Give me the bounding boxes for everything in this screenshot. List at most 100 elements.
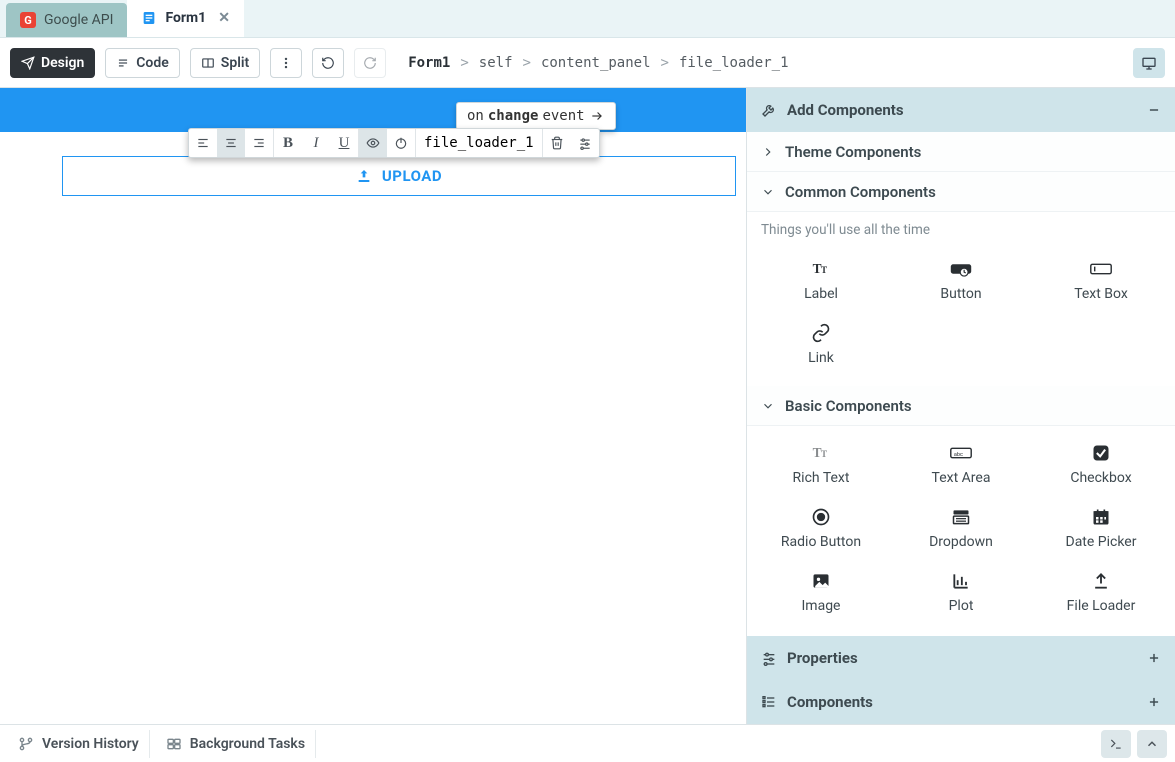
tab-google-api[interactable]: G Google API <box>6 3 127 37</box>
component-textarea[interactable]: abc Text Area <box>891 432 1031 496</box>
chevron-up-icon <box>1145 737 1159 751</box>
link-icon <box>810 322 832 344</box>
basic-components-section[interactable]: Basic Components <box>747 386 1175 426</box>
common-components-section[interactable]: Common Components <box>747 172 1175 212</box>
design-canvas[interactable]: UPLOAD on change event B I U <box>0 88 746 724</box>
component-link[interactable]: Link <box>751 312 891 376</box>
align-left-button[interactable] <box>189 129 217 157</box>
breadcrumb-sep: > <box>661 55 669 71</box>
breadcrumb-self[interactable]: self <box>479 55 513 71</box>
plot-icon <box>950 570 972 592</box>
breadcrumb-sep: > <box>460 55 468 71</box>
component-checkbox[interactable]: Checkbox <box>1031 432 1171 496</box>
console-button[interactable] <box>1101 730 1131 758</box>
component-link-text: Link <box>808 350 834 366</box>
radio-icon <box>810 506 832 528</box>
component-dropdown[interactable]: Dropdown <box>891 496 1031 560</box>
bold-button[interactable]: B <box>274 129 302 157</box>
component-image[interactable]: Image <box>751 560 891 624</box>
device-preview-button[interactable] <box>1133 48 1165 78</box>
tab-form1[interactable]: Form1 ✕ <box>127 0 243 37</box>
component-name-input[interactable]: file_loader_1 <box>416 129 542 157</box>
add-components-label: Add Components <box>787 101 1137 119</box>
components-header[interactable]: Components <box>747 680 1175 724</box>
breadcrumb-root[interactable]: Form1 <box>408 55 450 71</box>
design-button[interactable]: Design <box>10 48 95 78</box>
component-fileloader-text: File Loader <box>1067 598 1136 614</box>
common-components-grid: TT Label Button Text Box Link <box>747 242 1175 386</box>
more-button[interactable] <box>270 48 302 78</box>
component-radio[interactable]: Radio Button <box>751 496 891 560</box>
align-right-button[interactable] <box>245 129 273 157</box>
component-radio-text: Radio Button <box>781 534 861 550</box>
component-datepicker[interactable]: Date Picker <box>1031 496 1171 560</box>
file-loader-component[interactable]: UPLOAD <box>62 156 736 196</box>
event-hint-popup[interactable]: on change event <box>456 102 616 130</box>
underline-button[interactable]: U <box>330 129 358 157</box>
close-icon[interactable]: ✕ <box>218 10 230 26</box>
label-icon: TT <box>810 258 832 280</box>
component-image-text: Image <box>802 598 841 614</box>
calendar-icon <box>1090 506 1112 528</box>
tab-label: Form1 <box>165 10 206 26</box>
basic-components-grid: TT Rich Text abc Text Area Checkbox Radi… <box>747 426 1175 634</box>
chevron-down-icon <box>761 399 775 413</box>
plus-icon[interactable] <box>1147 651 1161 665</box>
split-button[interactable]: Split <box>190 48 260 78</box>
component-textbox-text: Text Box <box>1074 286 1128 302</box>
component-datepicker-text: Date Picker <box>1066 534 1137 550</box>
theme-components-section[interactable]: Theme Components <box>747 132 1175 172</box>
delete-button[interactable] <box>543 129 571 157</box>
fileloader-icon <box>1090 570 1112 592</box>
italic-button[interactable]: I <box>302 129 330 157</box>
sliders-icon <box>761 650 777 666</box>
plus-icon[interactable] <box>1147 695 1161 709</box>
component-plot[interactable]: Plot <box>891 560 1031 624</box>
component-richtext-text: Rich Text <box>793 470 850 486</box>
button-icon <box>950 258 972 280</box>
terminal-icon <box>1108 737 1124 751</box>
component-plot-text: Plot <box>949 598 974 614</box>
design-label: Design <box>41 55 84 71</box>
tab-label: Google API <box>44 12 113 28</box>
chevron-down-icon <box>761 185 775 199</box>
toolbar: Design Code Split Form1 > self > content… <box>0 38 1175 88</box>
component-button[interactable]: Button <box>891 248 1031 312</box>
component-label-text: Label <box>804 286 838 302</box>
add-components-header[interactable]: Add Components <box>747 88 1175 132</box>
properties-header[interactable]: Properties <box>747 636 1175 680</box>
code-button[interactable]: Code <box>105 48 180 78</box>
dropdown-icon <box>950 506 972 528</box>
component-richtext[interactable]: TT Rich Text <box>751 432 891 496</box>
component-textarea-text: Text Area <box>932 470 991 486</box>
component-textbox[interactable]: Text Box <box>1031 248 1171 312</box>
collapse-button[interactable] <box>1137 730 1167 758</box>
align-center-button[interactable] <box>217 129 245 157</box>
arrow-right-icon <box>589 109 605 123</box>
background-tasks-label: Background Tasks <box>190 736 305 752</box>
component-fileloader[interactable]: File Loader <box>1031 560 1171 624</box>
google-icon: G <box>20 12 36 28</box>
component-label[interactable]: TT Label <box>751 248 891 312</box>
tasks-icon <box>166 736 182 752</box>
breadcrumb-sep: > <box>523 55 531 71</box>
form-header-bar <box>0 88 746 132</box>
textbox-icon <box>1090 258 1112 280</box>
visibility-button[interactable] <box>359 129 387 157</box>
branch-icon <box>18 736 34 752</box>
breadcrumb-file-loader[interactable]: file_loader_1 <box>679 55 789 71</box>
code-label: Code <box>136 55 169 71</box>
version-history-button[interactable]: Version History <box>8 730 150 758</box>
breadcrumb-content-panel[interactable]: content_panel <box>541 55 651 71</box>
component-format-toolbar: B I U file_loader_1 <box>188 128 600 158</box>
more-properties-button[interactable] <box>571 129 599 157</box>
redo-button[interactable] <box>354 48 386 78</box>
background-tasks-button[interactable]: Background Tasks <box>156 730 316 758</box>
undo-button[interactable] <box>312 48 344 78</box>
list-icon <box>761 694 777 710</box>
event-post: event <box>542 108 584 124</box>
status-bar: Version History Background Tasks <box>0 724 1175 762</box>
tabs-bar: G Google API Form1 ✕ <box>0 0 1175 38</box>
enabled-button[interactable] <box>387 129 415 157</box>
minus-icon[interactable] <box>1147 103 1161 117</box>
